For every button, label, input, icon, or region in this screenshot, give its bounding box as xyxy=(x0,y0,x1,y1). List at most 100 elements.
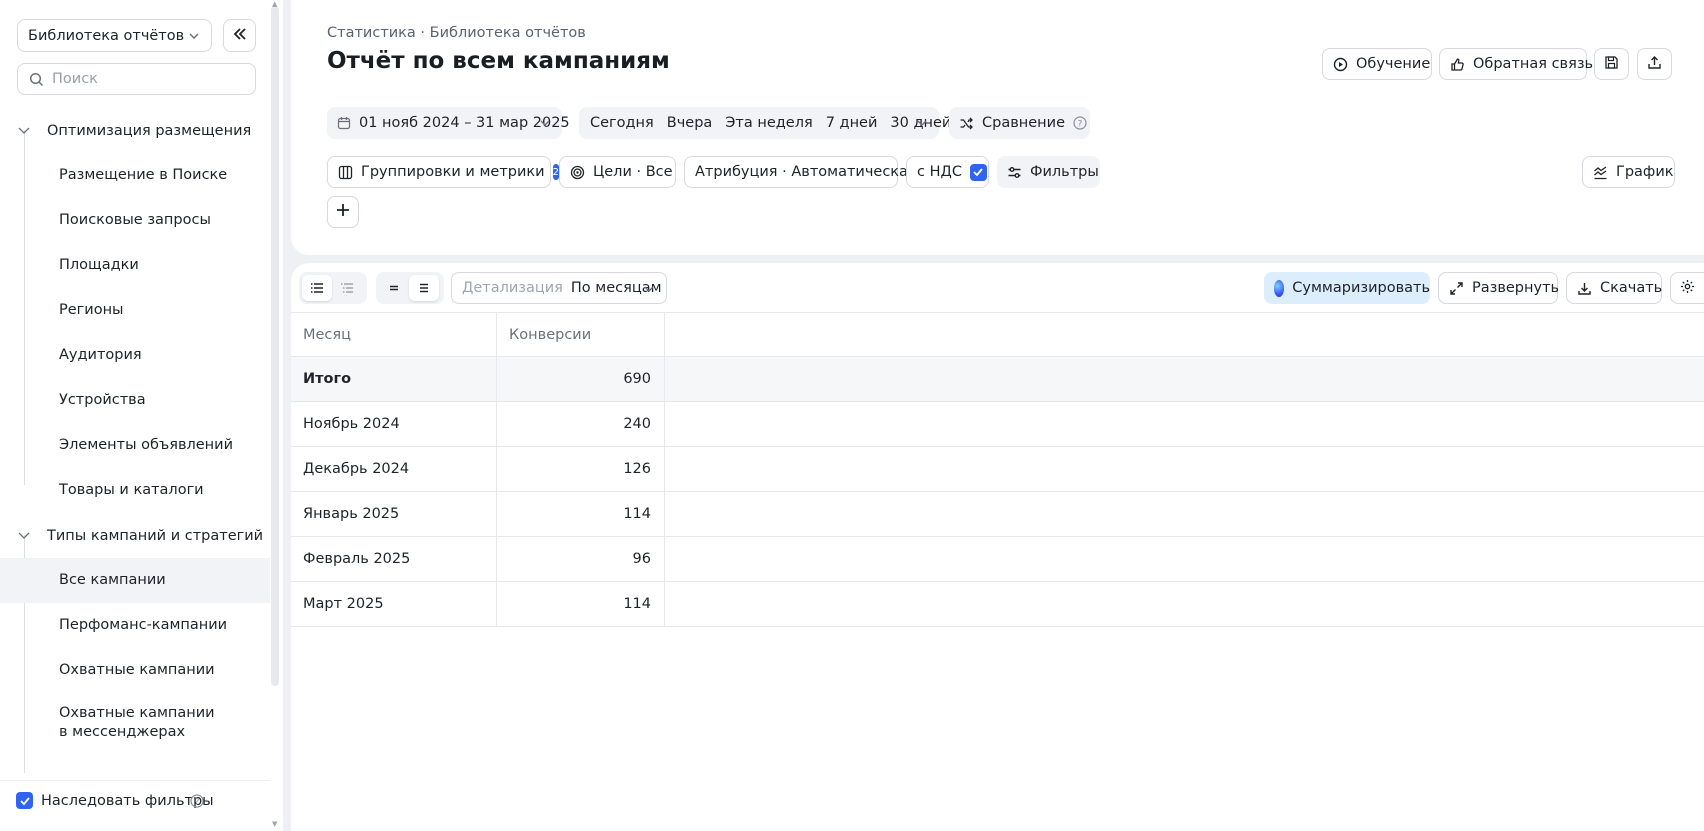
period-today[interactable]: Сегодня xyxy=(590,115,654,131)
tree-view-icon[interactable] xyxy=(332,275,362,301)
summarize-label: Суммаризировать xyxy=(1292,280,1430,296)
learning-button[interactable]: Обучение xyxy=(1322,48,1432,80)
sidebar-item-regions[interactable]: Регионы xyxy=(0,288,270,333)
sliders-icon xyxy=(1007,165,1022,180)
sidebar-item-search-placement[interactable]: Размещение в Поиске xyxy=(0,153,270,198)
sidebar-item-label: Поисковые запросы xyxy=(59,212,211,228)
vat-toggle[interactable]: с НДС xyxy=(906,156,989,188)
row-month: Ноябрь 2024 xyxy=(291,402,497,446)
period-7-days[interactable]: 7 дней xyxy=(826,115,878,131)
row-conversions: 126 xyxy=(497,447,665,491)
period-this-week[interactable]: Эта неделя xyxy=(725,115,812,131)
sidebar-item-label: Размещение в Поиске xyxy=(59,167,228,183)
search-icon xyxy=(29,72,44,91)
chevron-down-icon[interactable] xyxy=(915,116,929,134)
sidebar-item-products[interactable]: Товары и каталоги xyxy=(0,468,270,513)
sidebar-item-performance-campaigns[interactable]: Перфоманс-кампании xyxy=(0,603,270,648)
compare-button[interactable]: Сравнение ? xyxy=(949,107,1090,139)
sidebar-item-search-queries[interactable]: Поисковые запросы xyxy=(0,198,270,243)
sidebar-item-label: Все кампании xyxy=(59,572,166,588)
column-header-conversions[interactable]: Конверсии xyxy=(497,313,665,357)
library-select[interactable]: Библиотека отчётов xyxy=(17,19,212,52)
double-chevron-left-icon xyxy=(232,26,248,46)
feedback-button[interactable]: Обратная связь xyxy=(1439,48,1593,80)
attribution-label: Атрибуция · Автоматическая xyxy=(695,164,917,180)
sidebar-item-all-campaigns[interactable]: Все кампании xyxy=(0,558,270,603)
density-normal-icon[interactable] xyxy=(409,275,439,301)
inherit-filters-checkbox[interactable]: Наследовать фильтры ? xyxy=(0,780,270,820)
filters-label: Фильтры xyxy=(1030,164,1099,180)
density-compact-icon[interactable] xyxy=(379,275,409,301)
vat-label: с НДС xyxy=(917,164,962,180)
add-button[interactable] xyxy=(327,196,359,228)
period-yesterday[interactable]: Вчера xyxy=(667,115,713,131)
table-settings-button[interactable] xyxy=(1670,272,1704,304)
chevron-down-icon xyxy=(642,282,656,300)
help-icon[interactable]: ? xyxy=(1073,116,1087,130)
upload-icon xyxy=(1647,55,1662,74)
detail-select[interactable]: Детализация По месяцам xyxy=(451,272,667,304)
chart-lines-icon xyxy=(1593,165,1608,180)
feedback-label: Обратная связь xyxy=(1473,56,1594,72)
groupings-metrics-button[interactable]: Группировки и метрики 2 xyxy=(327,156,559,188)
summarize-button[interactable]: Суммаризировать xyxy=(1264,272,1430,304)
table-row: Ноябрь 2024 240 xyxy=(291,402,1704,447)
row-conversions: 96 xyxy=(497,537,665,581)
checkbox-checked-icon xyxy=(16,792,33,809)
goals-button[interactable]: Цели · Все xyxy=(559,156,676,188)
filters-button[interactable]: Фильтры xyxy=(997,156,1100,188)
learning-label: Обучение xyxy=(1356,56,1431,72)
sidebar-nav: Оптимизация размещения Размещение в Поис… xyxy=(0,108,270,773)
breadcrumb[interactable]: Статистика · Библиотека отчётов xyxy=(327,25,586,41)
svg-text:?: ? xyxy=(1078,119,1083,129)
sidebar-group-optimization[interactable]: Оптимизация размещения xyxy=(0,108,270,153)
chart-button[interactable]: График xyxy=(1582,156,1675,188)
search-placeholder: Поиск xyxy=(52,71,98,87)
table-row: Декабрь 2024 126 xyxy=(291,447,1704,492)
period-presets: Сегодня Вчера Эта неделя 7 дней 30 дней xyxy=(579,107,951,139)
scroll-down-arrow-icon[interactable]: ▼ xyxy=(272,820,277,828)
sidebar-item-messenger-reach-campaigns[interactable]: Охватные кампании в мессенджерах xyxy=(0,693,270,753)
list-view-icon[interactable] xyxy=(302,275,332,301)
search-input[interactable]: Поиск xyxy=(17,63,256,95)
sidebar-item-ad-elements[interactable]: Элементы объявлений xyxy=(0,423,270,468)
total-label: Итого xyxy=(291,357,497,401)
calendar-icon xyxy=(337,116,351,130)
collapse-sidebar-button[interactable] xyxy=(223,19,256,52)
sidebar-group-campaign-types[interactable]: Типы кампаний и стратегий xyxy=(0,513,270,558)
groupings-count-badge: 2 xyxy=(552,164,559,180)
chevron-down-icon xyxy=(17,528,31,546)
scroll-up-arrow-icon[interactable]: ▲ xyxy=(272,0,277,8)
row-density-toggle xyxy=(376,272,444,304)
row-conversions: 114 xyxy=(497,492,665,536)
table-total-row: Итого 690 xyxy=(291,357,1704,402)
sidebar-item-reach-campaigns[interactable]: Охватные кампании xyxy=(0,648,270,693)
chevron-down-icon xyxy=(538,116,552,134)
attribution-button[interactable]: Атрибуция · Автоматическая xyxy=(684,156,917,188)
chart-label: График xyxy=(1616,164,1674,180)
expand-arrows-icon xyxy=(1449,281,1464,296)
report-table: Месяц Конверсии Итого 690 Ноябрь 2024 24… xyxy=(291,312,1704,627)
sidebar-scrollbar[interactable] xyxy=(271,6,279,686)
sidebar-item-label: Товары и каталоги xyxy=(59,482,204,498)
sidebar-item-audience[interactable]: Аудитория xyxy=(0,333,270,378)
sidebar-item-devices[interactable]: Устройства xyxy=(0,378,270,423)
help-icon[interactable]: ? xyxy=(190,794,204,812)
column-header-month[interactable]: Месяц xyxy=(291,313,497,357)
gear-icon xyxy=(1680,279,1695,298)
save-icon xyxy=(1604,55,1619,74)
sidebar-item-sites[interactable]: Площадки xyxy=(0,243,270,288)
columns-icon xyxy=(338,165,353,180)
play-circle-icon xyxy=(1333,57,1348,72)
table-row: Январь 2025 114 xyxy=(291,492,1704,537)
save-report-button[interactable] xyxy=(1594,48,1629,80)
plus-icon xyxy=(335,202,351,222)
sidebar-item-label: Регионы xyxy=(59,302,124,318)
date-range-picker[interactable]: 01 нояб 2024 – 31 мар 2025 xyxy=(327,107,570,139)
download-button[interactable]: Скачать xyxy=(1566,272,1662,304)
inherit-filters-label: Наследовать фильтры xyxy=(41,792,214,809)
expand-button[interactable]: Развернуть xyxy=(1438,272,1559,304)
sidebar-item-label: Охватные кампании в мессенджерах xyxy=(59,704,215,742)
table-row: Февраль 2025 96 xyxy=(291,537,1704,582)
share-button[interactable] xyxy=(1637,48,1672,80)
